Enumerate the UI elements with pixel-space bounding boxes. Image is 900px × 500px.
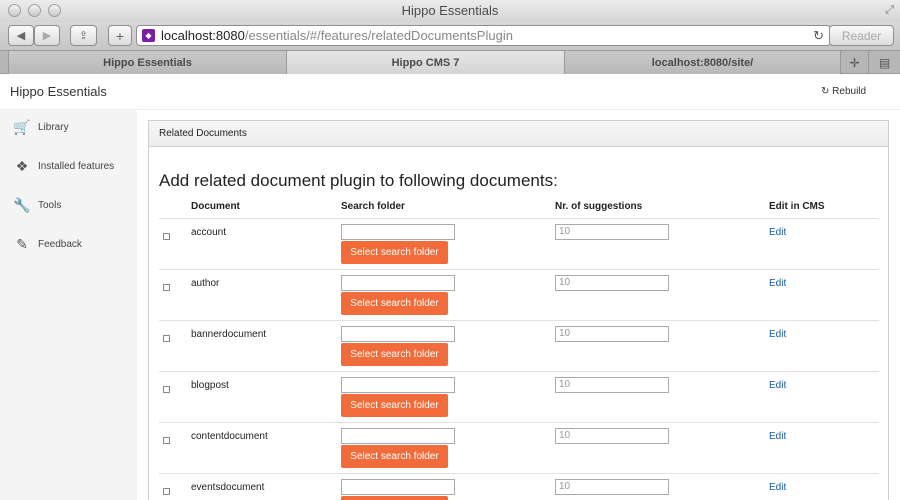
select-search-folder-button[interactable]: Select search folder	[341, 445, 448, 468]
app-brand[interactable]: Hippo Essentials	[10, 84, 107, 99]
edit-in-cms-link[interactable]: Edit	[769, 380, 786, 391]
sidebar-item-feedback[interactable]: ✎ Feedback	[12, 233, 82, 255]
suggestions-input[interactable]: 10	[555, 428, 669, 444]
search-folder-input[interactable]	[341, 275, 455, 291]
sidebar-item-label: Feedback	[38, 238, 82, 250]
share-icon: ⇪	[78, 30, 89, 42]
column-header-edit: Edit in CMS	[769, 201, 825, 212]
forward-arrow-icon: ▶	[42, 30, 52, 42]
search-folder-input[interactable]	[341, 428, 455, 444]
suggestions-input[interactable]: 10	[555, 224, 669, 240]
sidebar-item-label: Library	[38, 121, 69, 133]
related-documents-panel: Related Documents Add related document p…	[148, 120, 889, 500]
browser-toolbar: ◀ ▶ ⇪ + ◆ localhost:8080 /essentials/#/f…	[0, 22, 900, 50]
edit-in-cms-link[interactable]: Edit	[769, 329, 786, 340]
suggestions-input[interactable]: 10	[555, 377, 669, 393]
document-name: author	[191, 278, 220, 289]
column-header-suggestions: Nr. of suggestions	[555, 201, 643, 212]
edit-in-cms-link[interactable]: Edit	[769, 278, 786, 289]
table-row: blogpost Select search folder 10 Edit	[159, 371, 879, 422]
window-title: Hippo Essentials	[401, 3, 499, 18]
sidebar-item-library[interactable]: 🛒 Library	[12, 116, 69, 138]
refresh-icon: ↻	[821, 86, 830, 97]
cart-icon: 🛒	[13, 118, 31, 135]
reload-icon[interactable]: ↻	[813, 28, 824, 44]
url-host: localhost:8080	[161, 28, 245, 43]
window-titlebar: Hippo Essentials ⤢	[0, 0, 900, 22]
table-row: contentdocument Select search folder 10 Edi…	[159, 422, 879, 473]
edit-in-cms-link[interactable]: Edit	[769, 431, 786, 442]
suggestions-input[interactable]: 10	[555, 275, 669, 291]
forward-button[interactable]: ▶	[34, 25, 60, 46]
edit-in-cms-link[interactable]: Edit	[769, 227, 786, 238]
back-arrow-icon: ◀	[16, 30, 26, 42]
select-search-folder-button[interactable]: Select search folder	[341, 496, 448, 500]
row-checkbox[interactable]	[163, 284, 170, 291]
close-window-button[interactable]	[8, 4, 21, 17]
table-row: eventsdocument Select search folder 10 Edit	[159, 473, 879, 500]
site-favicon-icon: ◆	[142, 29, 155, 42]
table-row: author Select search folder 10 Edit	[159, 269, 879, 320]
new-tab-button[interactable]: +	[108, 25, 132, 46]
sidebar-item-installed-features[interactable]: ❖ Installed features	[12, 155, 114, 177]
sidebar: 🛒 Library ❖ Installed features 🔧 Tools ✎…	[0, 110, 137, 500]
dropbox-icon: ❖	[15, 157, 29, 174]
search-folder-input[interactable]	[341, 377, 455, 393]
rebuild-label: Rebuild	[832, 86, 867, 97]
select-search-folder-button[interactable]: Select search folder	[341, 292, 448, 315]
column-header-document: Document	[191, 201, 240, 212]
tab-localhost-site[interactable]: localhost:8080/site/	[564, 51, 840, 74]
tab-bar: Hippo Essentials Hippo CMS 7 localhost:8…	[0, 50, 900, 74]
document-name: bannerdocument	[191, 329, 267, 340]
table-row: bannerdocument Select search folder 10 Edit	[159, 320, 879, 371]
wrench-icon: 🔧	[13, 196, 31, 213]
document-name: eventsdocument	[191, 482, 265, 493]
suggestions-input[interactable]: 10	[555, 326, 669, 342]
select-search-folder-button[interactable]: Select search folder	[341, 343, 448, 366]
search-folder-input[interactable]	[341, 224, 455, 240]
select-search-folder-button[interactable]: Select search folder	[341, 394, 448, 417]
pencil-icon: ✎	[16, 235, 28, 252]
page-title: Add related document plugin to following…	[159, 171, 558, 190]
minimize-window-button[interactable]	[28, 4, 41, 17]
address-bar[interactable]: ◆ localhost:8080 /essentials/#/features/…	[136, 25, 831, 46]
row-checkbox[interactable]	[163, 233, 170, 240]
column-header-search-folder: Search folder	[341, 201, 405, 212]
fullscreen-icon[interactable]: ⤢	[885, 4, 894, 17]
rebuild-button[interactable]: ↻ Rebuild	[821, 86, 866, 97]
document-name: blogpost	[191, 380, 229, 391]
reader-button[interactable]: Reader	[829, 25, 894, 46]
search-folder-input[interactable]	[341, 479, 455, 495]
row-checkbox[interactable]	[163, 386, 170, 393]
tab-hippo-essentials[interactable]: Hippo Essentials	[8, 51, 286, 74]
sidebar-item-tools[interactable]: 🔧 Tools	[12, 194, 61, 216]
document-name: account	[191, 227, 227, 238]
add-tab-icon[interactable]: ✛	[840, 51, 868, 74]
row-checkbox[interactable]	[163, 488, 170, 495]
zoom-window-button[interactable]	[48, 4, 61, 17]
sidebar-item-label: Tools	[38, 199, 62, 211]
tab-hippo-cms[interactable]: Hippo CMS 7	[286, 51, 564, 74]
sidebar-item-label: Installed features	[38, 160, 115, 172]
app-container: Hippo Essentials ↻ Rebuild 🛒 Library ❖ I…	[0, 75, 900, 500]
url-path: /essentials/#/features/relatedDocumentsP…	[244, 28, 513, 43]
select-search-folder-button[interactable]: Select search folder	[341, 241, 448, 264]
row-checkbox[interactable]	[163, 335, 170, 342]
table-row: account Select search folder 10 Edit	[159, 218, 879, 269]
back-button[interactable]: ◀	[8, 25, 34, 46]
plus-icon: +	[115, 27, 125, 44]
edit-in-cms-link[interactable]: Edit	[769, 482, 786, 493]
share-button[interactable]: ⇪	[70, 25, 97, 46]
suggestions-input[interactable]: 10	[555, 479, 669, 495]
row-checkbox[interactable]	[163, 437, 170, 444]
document-name: contentdocument	[191, 431, 268, 442]
search-folder-input[interactable]	[341, 326, 455, 342]
panel-heading: Related Documents	[149, 121, 888, 147]
tab-overview-icon[interactable]: ▤	[868, 51, 900, 74]
